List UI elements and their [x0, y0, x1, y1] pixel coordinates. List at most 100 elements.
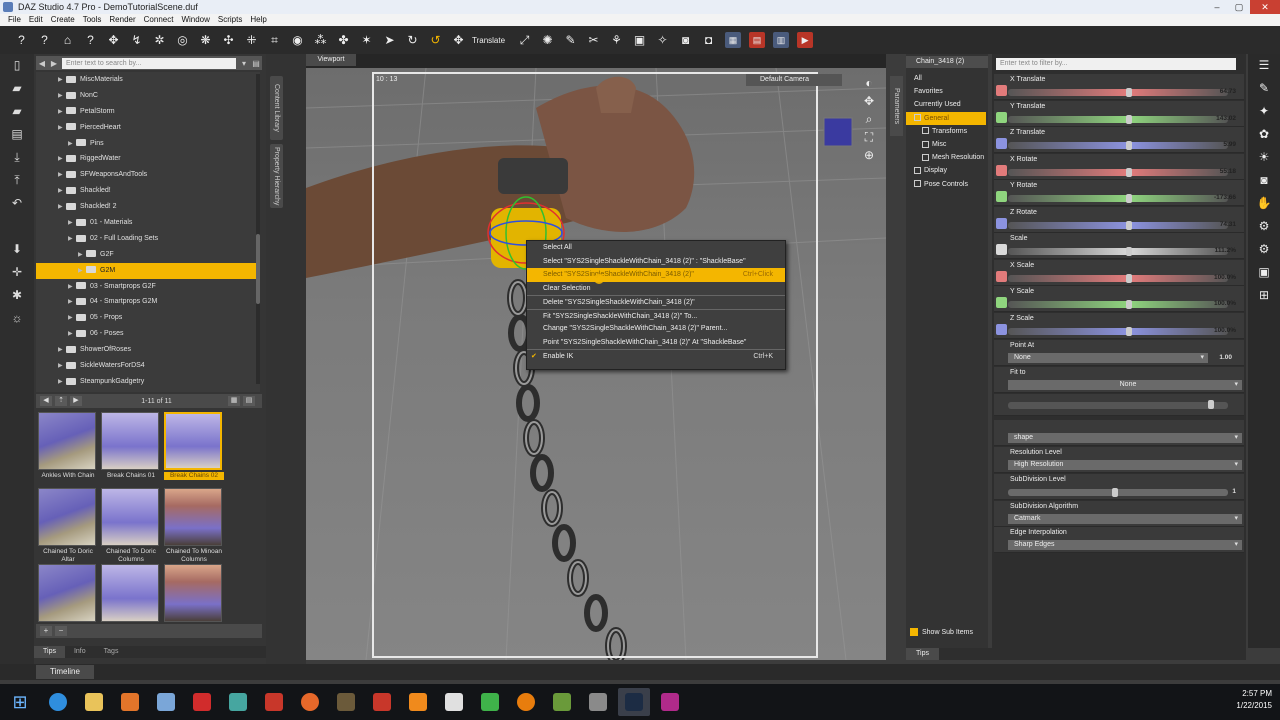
tree-item[interactable]: ▶ ShowerOfRoses	[36, 342, 260, 358]
tree-item[interactable]: ▶ 03 - Smartprops G2F	[36, 279, 260, 295]
expand-arrow-icon[interactable]: ▶	[58, 73, 66, 89]
tab-tips[interactable]: Tips	[34, 646, 65, 658]
tab-tags[interactable]: Tags	[95, 646, 128, 658]
merge-icon[interactable]: ▰	[0, 100, 34, 123]
tree-item[interactable]: ▶ PetalStorm	[36, 104, 260, 120]
info-icon[interactable]: ?	[81, 31, 100, 50]
figure-app-icon[interactable]	[438, 688, 470, 716]
poser2-icon[interactable]	[366, 688, 398, 716]
pane-options-icon[interactable]: ☰	[1248, 54, 1280, 77]
scale-icon[interactable]: ⤢	[515, 31, 534, 50]
active-pose-icon[interactable]: ❋	[196, 31, 215, 50]
tab-content-library[interactable]: Content Library	[270, 76, 283, 140]
expand-arrow-icon[interactable]: ▶	[68, 327, 76, 343]
camera-select[interactable]: Default Camera	[746, 74, 842, 86]
param-slider-track[interactable]	[1008, 89, 1228, 96]
tree-item[interactable]: ▶ Shackled!	[36, 183, 260, 199]
context-menu-item[interactable]: Change "SYS2SingleShackleWithChain_3418 …	[527, 322, 785, 336]
menu-scripts[interactable]: Scripts	[218, 14, 242, 26]
subdiv-knob[interactable]	[1112, 488, 1118, 497]
category-item[interactable]: General	[906, 111, 986, 125]
home-icon[interactable]: ⌂	[58, 31, 77, 50]
cameras-icon[interactable]: ◙	[1248, 169, 1280, 192]
expand-arrow-icon[interactable]: ▶	[68, 137, 76, 153]
tree-item[interactable]: ▶ SFWeaponsAndTools	[36, 167, 260, 183]
minecraft-icon[interactable]	[546, 688, 578, 716]
render-play-icon[interactable]: ▶	[797, 32, 814, 48]
iray-icon[interactable]: ▥	[773, 32, 790, 48]
thumb-forward-icon[interactable]: ▶	[70, 396, 82, 406]
subdiv-track[interactable]	[1008, 489, 1228, 496]
content-thumbnail[interactable]: Break Chains 02	[164, 412, 224, 482]
render-settings-icon[interactable]: ◘	[699, 31, 718, 50]
menu-edit[interactable]: Edit	[29, 14, 43, 26]
tree-item[interactable]: ▶ 05 - Props	[36, 310, 260, 326]
category-item[interactable]: Currently Used	[906, 98, 986, 111]
tab-parameters[interactable]: Parameters	[890, 76, 903, 136]
add-icon[interactable]: +	[40, 626, 52, 636]
content-search-input[interactable]: Enter text to search by...	[62, 57, 236, 69]
start-button[interactable]: ⊞	[0, 684, 40, 720]
view-options-icon[interactable]: ▤	[250, 59, 262, 68]
target-icon[interactable]: ◉	[288, 31, 307, 50]
node-select[interactable]: Chain_3418 (2)	[906, 56, 988, 68]
open-icon[interactable]: ▰	[0, 77, 34, 100]
capture-icon[interactable]	[654, 688, 686, 716]
expand-arrow-icon[interactable]: ▶	[68, 295, 76, 311]
param-value[interactable]: 100.0%	[1214, 274, 1236, 281]
expand-arrow-icon[interactable]: ▶	[58, 105, 66, 121]
expand-arrow-icon[interactable]: ▶	[58, 375, 66, 391]
content-thumbnail[interactable]: Break Chains 01	[101, 412, 161, 482]
expand-arrow-icon[interactable]: ▶	[68, 311, 76, 327]
param-value[interactable]: 55.18	[1220, 168, 1236, 175]
poser-icon[interactable]	[258, 688, 290, 716]
new-scene-icon[interactable]: ▯	[0, 54, 34, 77]
expand-arrow-icon[interactable]: ▶	[58, 152, 66, 168]
shaping-icon[interactable]: ✋	[1248, 192, 1280, 215]
param-value[interactable]: 143.02	[1216, 115, 1236, 122]
tree-item[interactable]: ▶ PiercedHeart	[36, 120, 260, 136]
context-menu-item[interactable]: Fit "SYS2SingleShackleWithChain_3418 (2)…	[527, 308, 785, 323]
tree-item[interactable]: ▶ 01 - Materials	[36, 215, 260, 231]
node-weight-icon[interactable]: ⁜	[242, 31, 261, 50]
param-slider-knob[interactable]	[1126, 167, 1132, 177]
bone-icon[interactable]: ✂	[584, 31, 603, 50]
tree-item[interactable]: ▶ 06 - Poses	[36, 326, 260, 342]
tab-property-hierarchy[interactable]: Property Hierarchy	[270, 144, 283, 208]
content-thumbnail[interactable]: Chained To Minoan Columns	[164, 488, 224, 563]
param-slider-knob[interactable]	[1126, 194, 1132, 203]
context-menu-item[interactable]: ✔ Enable IK Ctrl+K	[527, 349, 785, 363]
minimize-button[interactable]: –	[1206, 0, 1228, 14]
import-icon[interactable]: ⤓	[0, 146, 34, 169]
param-slider-track[interactable]	[1008, 142, 1228, 149]
joint-tool-icon[interactable]: ↯	[127, 31, 146, 50]
tree-item[interactable]: ▶ Shackled! 2	[36, 199, 260, 215]
figure-icon[interactable]: ✛	[0, 261, 34, 284]
node-tool-icon[interactable]: ✥	[104, 31, 123, 50]
context-menu-item[interactable]: Clear Selection	[527, 282, 785, 296]
param-slider-track[interactable]	[1008, 301, 1228, 308]
tree-item[interactable]: ▶ SickleWatersForDS4	[36, 358, 260, 374]
expand-arrow-icon[interactable]: ▶	[58, 89, 66, 105]
menu-help[interactable]: Help	[250, 14, 266, 26]
list-view-icon[interactable]: ▤	[243, 396, 255, 406]
export-icon[interactable]: ⤒	[0, 169, 34, 192]
expand-arrow-icon[interactable]: ▶	[58, 121, 66, 137]
tree-item[interactable]: ▶ 04 - Smartprops G2M	[36, 294, 260, 310]
show-sub-items-checkbox[interactable]: Show Sub Items	[910, 628, 973, 636]
param-slider-knob[interactable]	[1126, 141, 1132, 150]
vlc-icon[interactable]	[402, 688, 434, 716]
aim-icon[interactable]: ⊕	[860, 146, 878, 164]
param-slider-track[interactable]	[1008, 274, 1228, 282]
forward-icon[interactable]: ▶	[48, 59, 60, 68]
close-button[interactable]: ✕	[1250, 0, 1280, 14]
drop-icon[interactable]: ⬇	[0, 238, 34, 261]
studio-icon[interactable]	[330, 688, 362, 716]
render-icon-side[interactable]: ⚙	[1248, 238, 1280, 261]
rotate-icon[interactable]: ↻	[403, 31, 422, 50]
frame-icon[interactable]: ⛶	[860, 128, 878, 146]
menu-window[interactable]: Window	[181, 14, 209, 26]
category-item[interactable]: All	[906, 72, 986, 85]
param-value[interactable]: 100.0%	[1214, 327, 1236, 334]
region-tool-icon[interactable]: ◎	[173, 31, 192, 50]
